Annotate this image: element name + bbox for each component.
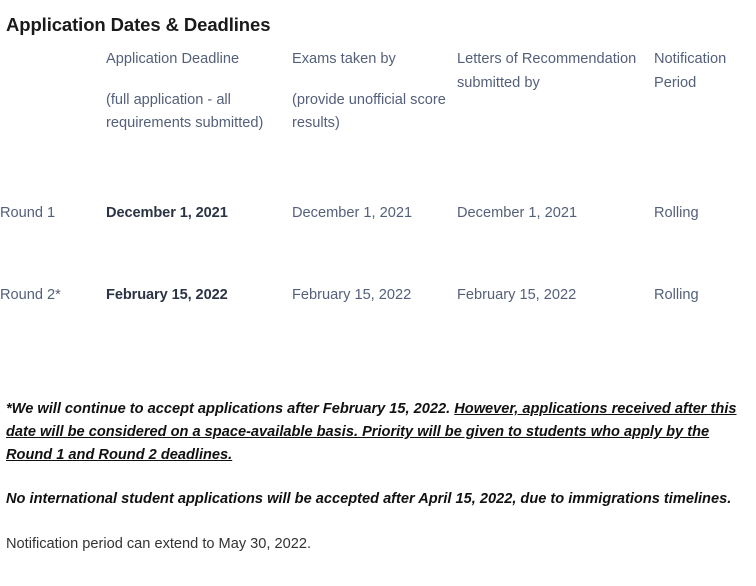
table-row: Round 1 December 1, 2021 December 1, 202… — [0, 203, 756, 285]
column-header-letters-of-recommendation-main: Letters of Recommendation submitted by — [457, 51, 637, 91]
row-notification-period: Rolling — [654, 205, 699, 221]
row-round-label: Round 2* — [0, 287, 61, 303]
row-application-deadline: December 1, 2021 — [106, 205, 228, 221]
column-header-notification-period-main: Notification Period — [654, 51, 727, 91]
column-header-application-deadline-sub: (full application - all requirements sub… — [106, 91, 264, 132]
table-row: Round 2* February 15, 2022 February 15, … — [0, 285, 756, 367]
footnote-round-2-policy: *We will continue to accept applications… — [6, 398, 750, 466]
column-header-exams-taken-by-sub: (provide unofficial score results) — [292, 91, 446, 132]
row-round-label: Round 1 — [0, 205, 56, 221]
column-header-exams-taken-by-main: Exams taken by — [292, 51, 396, 67]
row-exams-taken-by: December 1, 2021 — [292, 205, 413, 221]
footnote-notification-period: Notification period can extend to May 30… — [6, 536, 312, 553]
application-deadlines-table: Application Deadline (full application -… — [0, 48, 756, 367]
column-header-notification-period: Notification Period — [654, 48, 756, 203]
footnote-round-2-policy-plain: *We will continue to accept applications… — [6, 401, 455, 417]
column-header-application-deadline: Application Deadline (full application -… — [106, 48, 292, 203]
row-notification-period: Rolling — [654, 287, 699, 303]
footnote-international-students: No international student applications wi… — [6, 491, 732, 508]
table-header-row: Application Deadline (full application -… — [0, 48, 756, 203]
column-header-application-deadline-main: Application Deadline — [106, 51, 240, 67]
column-header-letters-of-recommendation: Letters of Recommendation submitted by — [457, 48, 654, 203]
row-application-deadline: February 15, 2022 — [106, 287, 228, 303]
row-letters-submitted-by: February 15, 2022 — [457, 287, 577, 303]
column-header-round — [0, 48, 106, 203]
row-exams-taken-by: February 15, 2022 — [292, 287, 412, 303]
footnotes: *We will continue to accept applications… — [6, 398, 750, 556]
column-header-exams-taken-by: Exams taken by (provide unofficial score… — [292, 48, 457, 203]
page-title: Application Dates & Deadlines — [6, 14, 271, 36]
deadlines-page: Application Dates & Deadlines Applicatio… — [0, 0, 756, 586]
row-letters-submitted-by: December 1, 2021 — [457, 205, 578, 221]
